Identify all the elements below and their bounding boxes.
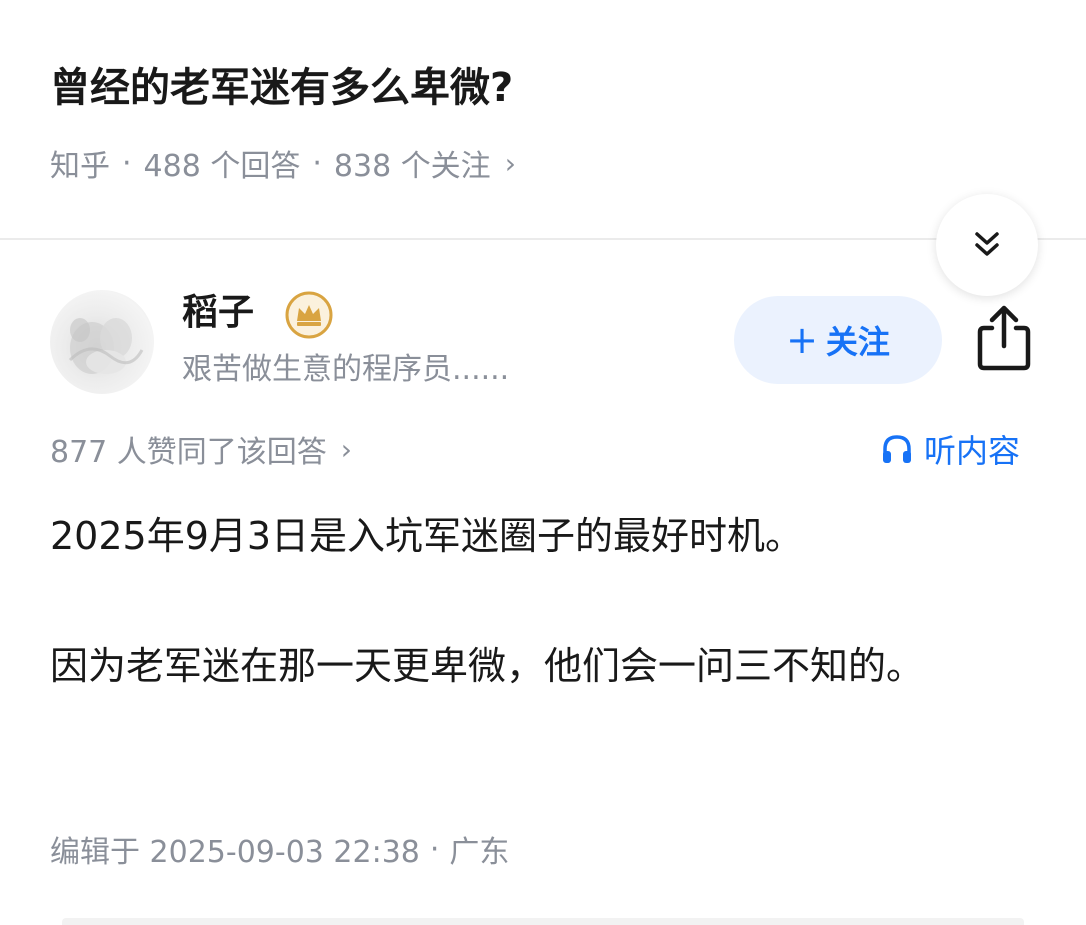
double-chevron-down-icon [975,232,999,256]
question-meta[interactable]: 知乎 · 488 个回答 · 838 个关注 › [50,140,516,186]
avatar[interactable] [50,290,154,394]
crown-badge-icon [285,291,333,339]
chevron-right-icon: › [340,432,352,466]
edit-location: 广东 [449,835,510,870]
share-icon[interactable] [972,302,1036,374]
bottom-card-edge [62,918,1024,925]
plus-icon: + [786,318,818,362]
listen-button[interactable]: 听内容 [880,426,1020,472]
meta-separator: · [312,145,322,181]
edit-separator: · [429,831,440,867]
listen-label: 听内容 [924,432,1021,470]
answer-paragraph: 2025年9月3日是入坑军迷圈子的最好时机。 [50,514,804,558]
author-bio: 艰苦做生意的程序员...... [182,352,510,387]
source-label: 知乎 [50,149,110,184]
divider [0,238,1086,240]
answer-paragraph: 因为老军迷在那一天更卑微，他们会一问三不知的。 [50,644,925,688]
edit-timestamp: 编辑于 2025-09-03 22:38 [50,835,420,870]
follow-label: 关注 [825,323,890,361]
collapse-button[interactable] [936,194,1038,296]
follow-button[interactable]: + 关注 [734,296,942,384]
upvote-count: 877 人赞同了该回答 [50,435,327,470]
headphones-icon [883,435,911,463]
upvote-summary[interactable]: 877 人赞同了该回答 › [50,426,352,472]
author-name[interactable]: 稻子 [182,288,254,338]
meta-separator: · [122,145,132,181]
edit-info: 编辑于 2025-09-03 22:38 · 广东 [50,826,509,872]
avatar-image [68,318,144,374]
follower-count: 838 个关注 [333,149,491,184]
question-title[interactable]: 曾经的老军迷有多么卑微? [50,58,513,118]
answer-count: 488 个回答 [143,149,301,184]
chevron-right-icon: › [504,146,516,180]
answer-content: 2025年9月3日是入坑军迷圈子的最好时机。 因为老军迷在那一天更卑微，他们会一… [50,504,1050,698]
